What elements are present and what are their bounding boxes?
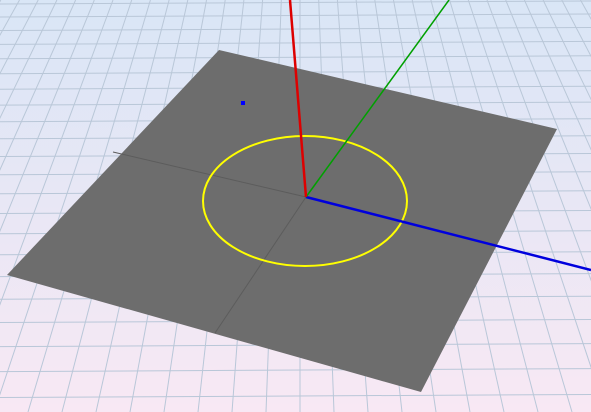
3d-viewport[interactable] <box>0 0 591 412</box>
point-marker[interactable] <box>241 101 245 105</box>
scene-canvas[interactable] <box>0 0 591 412</box>
